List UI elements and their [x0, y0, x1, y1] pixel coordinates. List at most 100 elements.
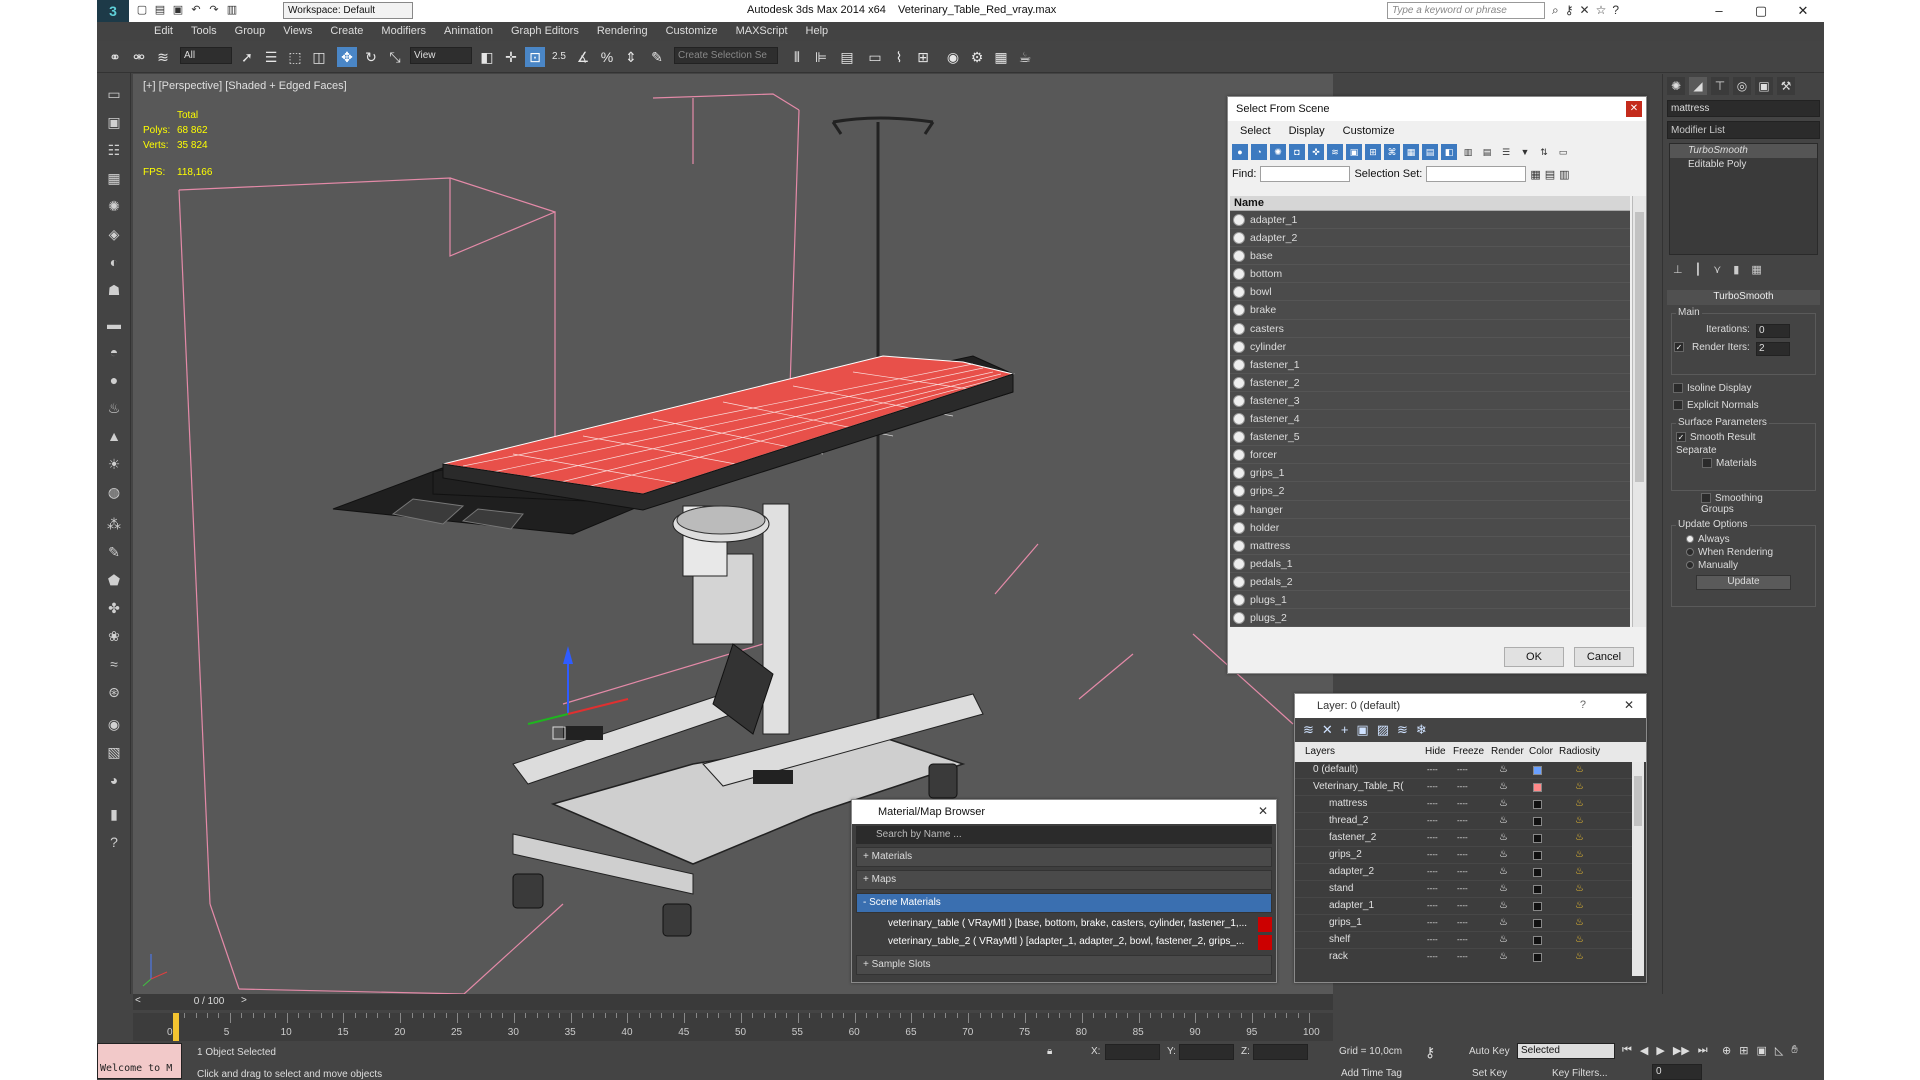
dolly-icon[interactable]: ◐ [103, 251, 125, 273]
scene-object-row[interactable]: plugs_1 [1230, 591, 1630, 610]
scrollbar[interactable] [1632, 196, 1646, 627]
freeze-toggle[interactable]: ---- [1457, 932, 1468, 948]
scene-object-row[interactable]: fastener_1 [1230, 356, 1630, 374]
zoom-all-icon[interactable]: ⊞ [1739, 1044, 1748, 1057]
light-filter-icon[interactable]: ✺ [1270, 144, 1286, 160]
menu-tools[interactable]: Tools [182, 22, 226, 41]
select-scale-icon[interactable]: ⤡ [385, 47, 405, 67]
hide-toggle[interactable]: ---- [1427, 949, 1438, 964]
cone-icon[interactable]: ▲ [103, 425, 125, 447]
sphere-blue-icon[interactable]: ◉ [103, 713, 125, 735]
sort-icon[interactable]: ⇅ [1536, 144, 1552, 160]
edit-named-sets-icon[interactable]: ✎ [647, 47, 667, 67]
render-teapot-icon[interactable]: ♨ [1499, 813, 1508, 829]
sphere-icon[interactable]: ● [103, 369, 125, 391]
render-setup-icon[interactable]: ⚙ [967, 47, 987, 67]
hide-toggle[interactable]: ---- [1427, 796, 1438, 812]
radiosity-icon[interactable]: ♨ [1575, 898, 1584, 914]
selection-set-dropdown[interactable] [1426, 166, 1527, 182]
previous-frame-icon[interactable]: ◀ [1640, 1044, 1648, 1057]
layer-row[interactable]: rack ---- ---- ♨ ♨ [1295, 949, 1632, 964]
render-teapot-icon[interactable]: ♨ [1499, 762, 1508, 778]
pin-stack-icon[interactable]: ⊥ [1673, 263, 1683, 276]
render-teapot-icon[interactable]: ♨ [1499, 898, 1508, 914]
bind-spacewarp-icon[interactable]: ≋ [153, 47, 173, 67]
group-sample-slots[interactable]: + Sample Slots [856, 955, 1272, 975]
radiosity-icon[interactable]: ♨ [1575, 949, 1584, 964]
column-icon[interactable]: ▤ [1479, 144, 1495, 160]
new-layer-icon[interactable]: ≋ [1303, 722, 1314, 738]
radiosity-icon[interactable]: ♨ [1575, 932, 1584, 948]
percent-snap-icon[interactable]: % [597, 47, 617, 67]
scene-object-row[interactable]: bottom [1230, 265, 1630, 284]
scene-object-row[interactable]: brake [1230, 301, 1630, 320]
render-teapot-icon[interactable]: ♨ [1499, 830, 1508, 846]
list-view-icon[interactable]: ☰ [1498, 144, 1514, 160]
create-tab-icon[interactable]: ✺ [1667, 77, 1685, 95]
particle-icon[interactable]: ⁂ [103, 513, 125, 535]
scene-object-row[interactable]: holder [1230, 519, 1630, 537]
light-bulb-icon[interactable]: ✺ [103, 195, 125, 217]
key-icon[interactable]: ⚷ [1565, 3, 1574, 18]
sun-icon[interactable]: ☀ [103, 453, 125, 475]
scrollbar-thumb[interactable] [1634, 776, 1642, 826]
menu-animation[interactable]: Animation [435, 22, 502, 41]
layer-row[interactable]: Veterinary_Table_R(---- ---- ♨ ♨ [1295, 779, 1632, 796]
render-teapot-icon[interactable]: ♨ [1499, 864, 1508, 880]
binoculars-icon[interactable]: ⌕ [1552, 3, 1559, 18]
filter-icon[interactable]: ▼ [1517, 144, 1533, 160]
col-color[interactable]: Color [1529, 746, 1553, 757]
group-maps[interactable]: + Maps [856, 870, 1272, 890]
close-icon[interactable]: ✕ [1782, 0, 1824, 22]
field-of-view-icon[interactable]: ◺ [1775, 1044, 1783, 1057]
radiosity-icon[interactable]: ♨ [1575, 830, 1584, 846]
freeze-toggle[interactable]: ---- [1457, 813, 1468, 829]
scene-object-row[interactable]: forcer [1230, 446, 1630, 465]
auto-key-button[interactable]: Auto Key [1469, 1046, 1510, 1057]
select-all-icon[interactable]: ▦ [1403, 144, 1419, 160]
column-header-name[interactable]: Name [1230, 196, 1630, 211]
materials-checkbox[interactable] [1702, 458, 1712, 469]
geometry-filter-icon[interactable]: ● [1232, 144, 1248, 160]
named-selection-set-dropdown[interactable]: Create Selection Se [674, 47, 778, 64]
undo-icon[interactable]: ↶ [189, 3, 203, 17]
highlight-layer-icon[interactable]: ▨ [1377, 722, 1389, 738]
scene-object-row[interactable]: hanger [1230, 501, 1630, 519]
layer-color-swatch[interactable] [1533, 919, 1542, 928]
layer-color-swatch[interactable] [1533, 936, 1542, 945]
utilities-tab-icon[interactable]: ⚒ [1777, 77, 1795, 95]
material-item[interactable]: veterinary_table_2 ( VRayMtl ) [adapter_… [868, 934, 1272, 952]
isoline-checkbox[interactable] [1673, 383, 1683, 394]
y-coordinate-field[interactable] [1179, 1044, 1234, 1060]
shape-icon[interactable]: ✎ [103, 541, 125, 563]
key-filters-button[interactable]: Key Filters... [1552, 1068, 1608, 1079]
time-slider[interactable]: < 0 / 100 > [133, 994, 1333, 1010]
set-key-button[interactable]: Set Key [1472, 1068, 1507, 1079]
configure-sets-icon[interactable]: ▦ [1751, 263, 1761, 276]
new-file-icon[interactable]: ▢ [135, 3, 149, 17]
freeze-toggle[interactable]: ---- [1457, 949, 1468, 964]
select-manipulate-icon[interactable]: ✛ [501, 47, 521, 67]
make-unique-icon[interactable]: ⋎ [1713, 263, 1721, 276]
radiosity-icon[interactable]: ♨ [1575, 915, 1584, 931]
list-icon[interactable]: ☷ [103, 139, 125, 161]
col-layers[interactable]: Layers [1305, 746, 1335, 757]
freeze-toggle[interactable]: ---- [1457, 830, 1468, 846]
viewport-label[interactable]: [+] [Perspective] [Shaded + Edged Faces] [143, 80, 347, 92]
project-folder-icon[interactable]: ▥ [225, 3, 239, 17]
shape-filter-icon[interactable]: ◔ [1251, 144, 1267, 160]
radiosity-icon[interactable]: ♨ [1575, 881, 1584, 897]
group-scene-materials[interactable]: - Scene Materials [856, 893, 1272, 913]
align-icon[interactable]: ⊫ [811, 47, 831, 67]
sfs-menu-display[interactable]: Display [1289, 125, 1325, 137]
scene-object-row[interactable]: grips_1 [1230, 464, 1630, 483]
material-search-input[interactable]: Search by Name ... [856, 826, 1272, 844]
exchange-icon[interactable]: ✕ [1580, 3, 1590, 18]
col-render[interactable]: Render [1491, 746, 1524, 757]
scene-object-row[interactable]: base [1230, 247, 1630, 266]
object-name-field[interactable]: mattress [1667, 100, 1820, 117]
xref-filter-icon[interactable]: ⊞ [1365, 144, 1381, 160]
help-button[interactable]: ? [1580, 699, 1586, 711]
select-rotate-icon[interactable]: ↻ [361, 47, 381, 67]
menu-rendering[interactable]: Rendering [588, 22, 657, 41]
